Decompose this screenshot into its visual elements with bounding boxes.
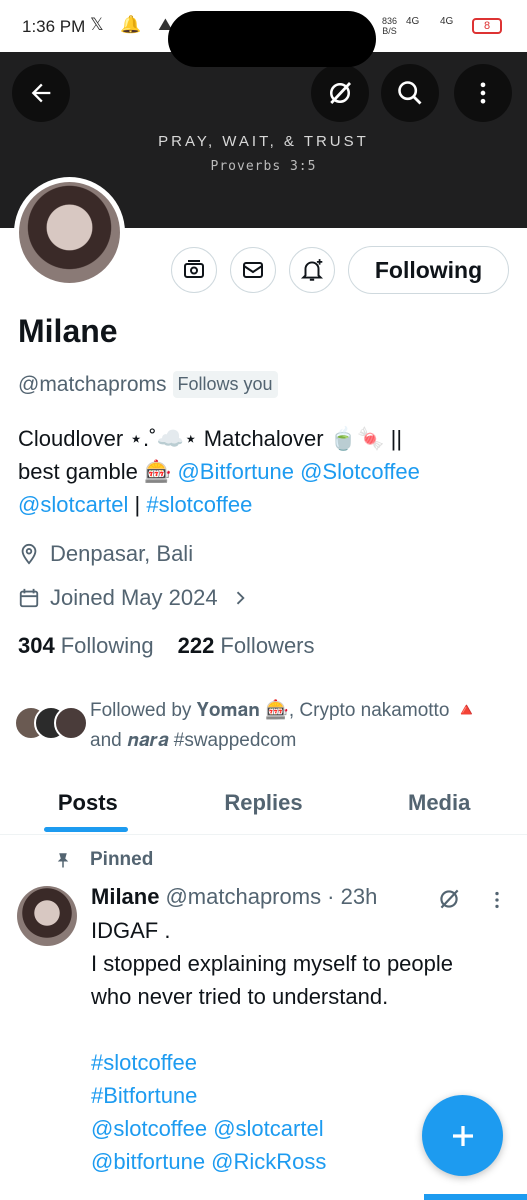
plus-icon [452,1125,473,1146]
tweet-text: I stopped explaining myself to people wh… [91,951,454,1009]
arrow-left-icon [31,83,51,103]
search-icon [398,81,422,105]
signal-icon: 4G [406,16,420,27]
compose-button[interactable] [422,1095,503,1176]
grok-button[interactable] [311,64,369,122]
tweet-header: Milane @matchaproms · 23h [91,884,377,910]
bio-mention[interactable]: @Slotcoffee [300,459,420,484]
follow-counts: 304 Following 222 Followers [18,633,339,659]
tweet-author-name[interactable]: Milane [91,884,159,910]
profile-joined[interactable]: Joined May 2024 [18,585,260,611]
chevron-right-icon [236,591,245,605]
banner-verse: PRAY, WAIT, & TRUST [158,133,369,150]
tweet-hashtag[interactable]: #slotcoffee [91,1046,491,1079]
grok-icon [330,82,352,104]
profile-bio: Cloudlover ⋆.˚☁️⋆ Matchalover 🍵🍬 || best… [18,422,518,521]
grok-icon[interactable] [436,886,462,912]
pin-icon [57,853,69,868]
search-button[interactable] [381,64,439,122]
bio-mention[interactable]: @slotcartel [18,492,128,517]
tweet-hashtag[interactable]: #Bitfortune [91,1079,491,1112]
tab-posts[interactable]: Posts [0,777,176,834]
status-time: 1:36 PM [22,17,86,36]
handle-row: @matchaproms Follows you [18,371,278,398]
pinned-label: Pinned [54,849,153,871]
signal-icon: 4G [440,16,454,27]
tab-media[interactable]: Media [351,777,527,834]
bell-plus-icon [300,259,324,281]
banner-reference: Proverbs 3:5 [210,159,317,174]
notifications-button[interactable] [289,247,335,293]
bottom-accent-strip [424,1194,527,1200]
bio-mention[interactable]: @Bitfortune [177,459,294,484]
back-button[interactable] [12,64,70,122]
followers-count[interactable]: 222 Followers [178,633,315,659]
followed-by-avatars [14,706,88,746]
followed-by-text: Followed by 𝐘𝐨𝐦𝐚𝐧 🎰, Crypto nakamotto 🔺 … [90,700,479,751]
money-icon [184,260,204,278]
following-button[interactable]: Following [348,246,509,294]
status-notification-icons: 𝕏 🔔 ⛰ [90,15,179,34]
calendar-icon [19,588,39,608]
bio-line: @slotcartel | #slotcoffee [18,492,253,517]
location-pin-icon [21,543,37,565]
tweet-text: IDGAF . [91,918,171,943]
bio-line: best gamble 🎰 @Bitfortune @Slotcoffee [18,459,420,484]
following-count[interactable]: 304 Following [18,633,154,659]
profile-handle: @matchaproms [18,372,167,396]
profile-location: Denpasar, Bali [18,541,193,567]
tweet-author-handle-time: @matchaproms · 23h [165,884,378,909]
profile-avatar[interactable] [14,177,125,288]
status-net-speed: 836 B/S [382,16,398,36]
avatar [54,706,88,740]
tab-replies[interactable]: Replies [176,777,352,834]
profile-name: Milane [18,313,118,349]
more-button[interactable] [454,64,512,122]
battery-icon: 8 [472,18,502,34]
follows-you-badge: Follows you [172,371,278,398]
more-vertical-icon [480,82,486,104]
followed-by[interactable]: Followed by 𝐘𝐨𝐦𝐚𝐧 🎰, Crypto nakamotto 🔺 … [14,696,510,756]
envelope-icon [243,262,263,278]
active-tab-indicator [44,827,128,832]
tip-button[interactable] [171,247,217,293]
camera-notch [168,11,376,67]
more-vertical-icon[interactable] [486,889,508,911]
bio-line: Cloudlover ⋆.˚☁️⋆ Matchalover 🍵🍬 || [18,426,403,451]
message-button[interactable] [230,247,276,293]
tweet-avatar[interactable] [17,886,77,946]
bio-hashtag[interactable]: #slotcoffee [146,492,252,517]
